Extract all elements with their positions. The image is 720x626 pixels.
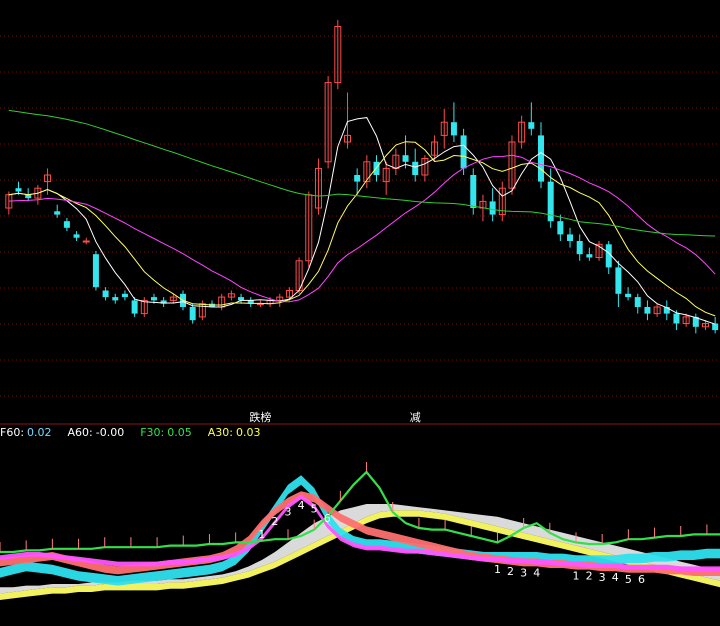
ma5-line: [8, 117, 716, 325]
candle-body: [102, 290, 109, 298]
candle-body: [73, 234, 80, 238]
candle-body: [634, 297, 641, 307]
candle-body: [576, 241, 583, 255]
candle-body: [189, 307, 196, 321]
sequence-digit: 3: [520, 566, 527, 579]
candle-body: [470, 175, 477, 208]
candle-body: [92, 254, 99, 288]
candle-body: [528, 122, 535, 129]
candle-body: [412, 161, 419, 175]
candle-body: [450, 122, 457, 136]
sequence-digit: 3: [285, 506, 292, 519]
sequence-digit: 4: [533, 566, 540, 579]
candle-body: [54, 211, 61, 215]
candle-body: [673, 313, 680, 324]
candle-body: [625, 293, 632, 298]
sequence-digit: 5: [311, 502, 318, 515]
sequence-digit: 6: [324, 512, 331, 525]
legend-value: 0.05: [167, 426, 192, 439]
stock-chart: 跌榜 减123 4 561 2 3 4 1 2 3 4 5 6: [0, 19, 720, 600]
candle-body: [121, 293, 128, 298]
candle-body: [557, 221, 564, 235]
sequence-digit: 2: [271, 515, 278, 528]
sequence-digit: 1: [494, 563, 501, 576]
ma10-line: [8, 141, 716, 317]
candle-body: [644, 307, 651, 314]
ma30-line: [8, 154, 716, 303]
sequence-digit: 4: [298, 499, 305, 512]
indicator-legend: F60: 0.02 A60: -0.00 F30: 0.05 A30: 0.03: [0, 426, 277, 439]
candle-body: [567, 234, 574, 241]
legend-item: A30: 0.03: [208, 426, 269, 439]
legend-label: F30:: [140, 426, 165, 439]
sequence-digit: 5: [625, 573, 632, 586]
sequence-digit: 4: [612, 571, 619, 584]
legend-value: 0.02: [27, 426, 52, 439]
legend-label: F60:: [0, 426, 25, 439]
candle-body: [538, 135, 544, 182]
candle-body: [15, 188, 22, 192]
signal-label-box: [401, 408, 429, 424]
legend-value: 0.03: [236, 426, 261, 439]
sequence-digit: 1: [258, 528, 265, 541]
legend-label: A60:: [67, 426, 93, 439]
candle-body: [354, 175, 361, 182]
candle-body: [150, 297, 157, 301]
candle-body: [712, 323, 719, 331]
candle-body: [402, 155, 409, 162]
signal-label-box: [246, 408, 274, 424]
legend-label: A30:: [207, 426, 233, 439]
legend-item: A60: -0.00: [68, 426, 133, 439]
candle-body: [131, 300, 138, 314]
sequence-digit: 6: [638, 573, 645, 586]
candle-body: [615, 267, 622, 294]
sequence-digit: 2: [586, 570, 593, 583]
candle-body: [586, 254, 593, 258]
candle-body: [63, 221, 70, 228]
legend-value: -0.00: [95, 426, 125, 439]
sequence-digit: 3: [599, 571, 606, 584]
sequence-digit: 1: [573, 570, 580, 583]
candle-body: [460, 135, 467, 169]
legend-item: F30: 0.05: [140, 426, 200, 439]
candle-body: [82, 240, 90, 243]
legend-item: F60: 0.02: [0, 426, 60, 439]
candle-body: [489, 201, 496, 215]
candle-body: [112, 297, 119, 301]
sequence-digit: 2: [507, 565, 514, 578]
